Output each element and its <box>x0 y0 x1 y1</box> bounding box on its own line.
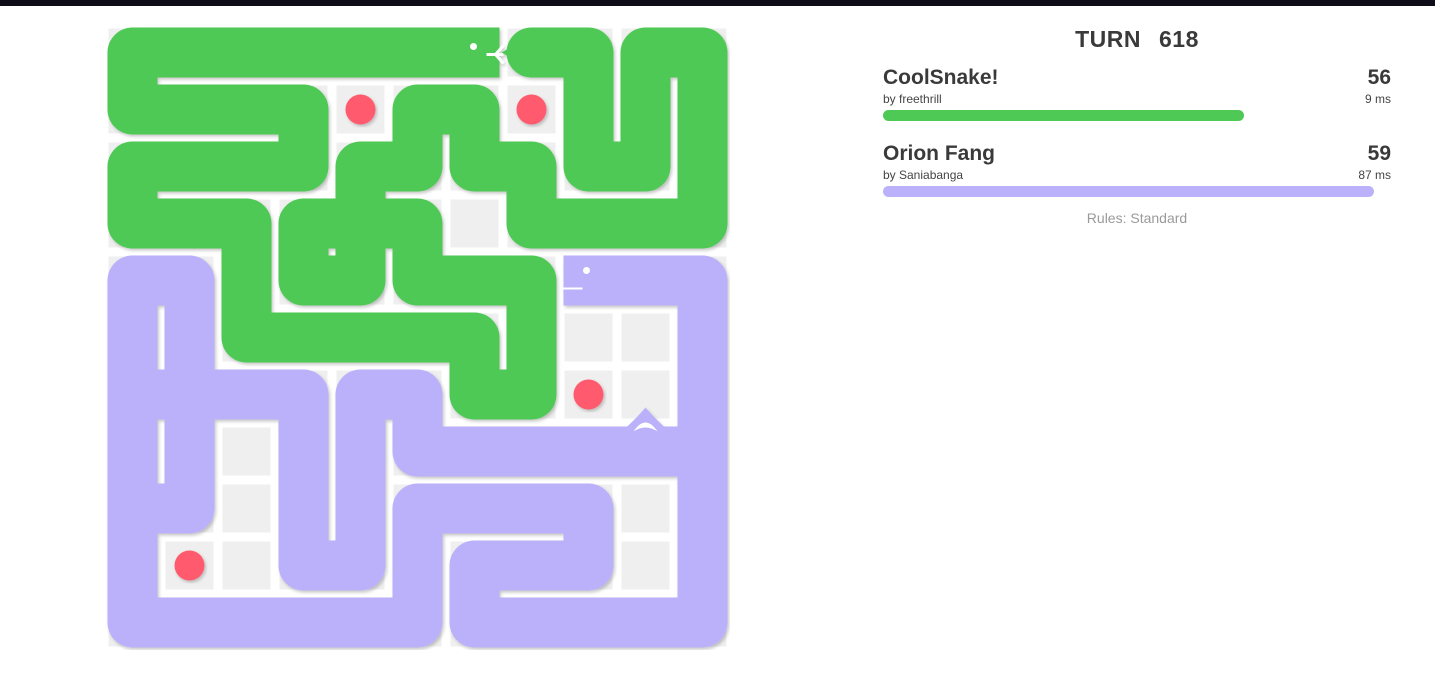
board-cell <box>621 313 670 362</box>
snake-head <box>469 27 500 78</box>
board-canvas <box>107 27 728 648</box>
scoreboard: TURN 618 CoolSnake! 56 by freethrill 9 ms… <box>883 22 1391 226</box>
player-card-orion-fang[interactable]: Orion Fang 59 by Saniabanga 87 ms <box>883 142 1391 218</box>
turn-number: 618 <box>1159 26 1199 52</box>
board-cell <box>564 313 613 362</box>
food-pellet <box>174 550 205 581</box>
player-name: CoolSnake! <box>883 66 999 89</box>
top-bar <box>0 0 1435 6</box>
board-cell <box>621 484 670 533</box>
snake-head <box>563 255 594 306</box>
snake-eye-icon <box>583 267 590 274</box>
board-cell <box>450 199 499 248</box>
board-cell <box>222 484 271 533</box>
turn-display: TURN 618 <box>883 22 1391 56</box>
health-bar <box>883 110 1244 121</box>
player-score: 59 <box>1367 142 1391 165</box>
turn-label: TURN <box>1075 26 1141 52</box>
board-cell <box>222 541 271 590</box>
player-latency: 9 ms <box>1364 92 1391 106</box>
player-name: Orion Fang <box>883 142 995 165</box>
snakes-layer <box>107 27 728 648</box>
player-author: by Saniabanga <box>883 168 964 182</box>
food-pellet <box>573 379 604 410</box>
snake-0 <box>107 27 728 420</box>
board-cell <box>621 541 670 590</box>
snake-body <box>107 27 728 420</box>
player-latency: 87 ms <box>1358 168 1391 182</box>
player-score: 56 <box>1367 66 1391 89</box>
player-card-coolsnake[interactable]: CoolSnake! 56 by freethrill 9 ms <box>883 66 1391 142</box>
snake-1 <box>107 255 728 648</box>
food-pellet <box>516 94 547 125</box>
board-cell <box>222 427 271 476</box>
game-board <box>104 24 730 650</box>
food-pellet <box>345 94 376 125</box>
player-author: by freethrill <box>883 92 942 106</box>
snake-eye-icon <box>470 43 477 50</box>
health-bar <box>883 186 1374 197</box>
